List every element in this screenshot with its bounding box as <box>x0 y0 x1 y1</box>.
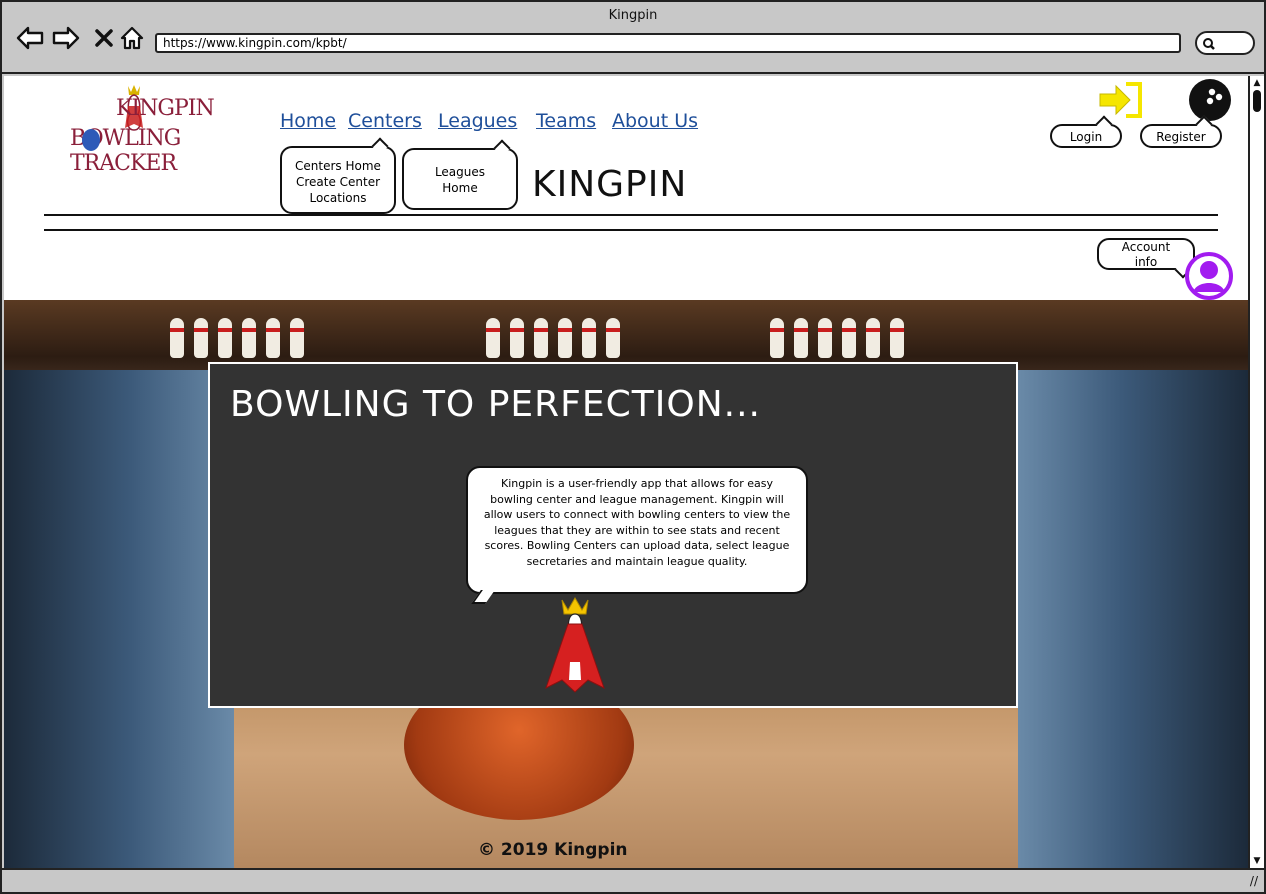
resize-grip-icon[interactable]: // <box>1250 874 1258 888</box>
menu-item-centers-home[interactable]: Centers Home <box>282 158 394 174</box>
scroll-up-icon[interactable]: ▲ <box>1252 78 1262 88</box>
bowling-ball-icon[interactable] <box>1188 78 1232 126</box>
nav-centers[interactable]: Centers <box>348 110 422 132</box>
browser-titlebar: Kingpin https://www.kingpin.com/kpbt/ <box>2 2 1264 74</box>
hero-panel: BOWLING TO PERFECTION... Kingpin is a us… <box>208 362 1018 708</box>
page-viewport: KINGPIN BOWLING TRACKER Home Centers Lea… <box>4 76 1248 868</box>
centers-dropdown: Centers Home Create Center Locations <box>280 137 396 214</box>
account-label-line1: Account <box>1121 240 1171 254</box>
home-icon[interactable] <box>118 24 146 52</box>
page-title: KINGPIN <box>532 164 688 205</box>
lane-right-image <box>1018 370 1248 868</box>
register-label: Register <box>1156 130 1206 144</box>
forward-icon[interactable] <box>52 24 80 52</box>
search-icon <box>1203 38 1215 50</box>
nav-teams[interactable]: Teams <box>536 110 596 132</box>
menu-item-locations[interactable]: Locations <box>282 190 394 206</box>
menu-item-leagues-home[interactable]: Home <box>404 180 516 196</box>
hero-description: Kingpin is a user-friendly app that allo… <box>483 477 791 568</box>
leagues-dropdown: Leagues Home <box>402 139 518 210</box>
login-button[interactable]: Login <box>1050 115 1122 148</box>
register-button[interactable]: Register <box>1140 115 1222 148</box>
lane-left-image <box>4 370 234 868</box>
vertical-scrollbar[interactable]: ▲ ▼ <box>1248 76 1264 868</box>
hero-title: BOWLING TO PERFECTION... <box>230 384 761 425</box>
logo-ball-icon <box>82 129 100 151</box>
hero-description-bubble: Kingpin is a user-friendly app that allo… <box>466 466 808 604</box>
header-divider-bottom <box>44 229 1218 231</box>
login-label: Login <box>1069 130 1103 144</box>
window-title: Kingpin <box>608 8 658 23</box>
account-info-callout: Account info <box>1097 238 1195 279</box>
site-logo[interactable]: KINGPIN BOWLING TRACKER <box>70 85 260 176</box>
menu-item-leagues[interactable]: Leagues <box>404 164 516 180</box>
close-icon[interactable] <box>90 24 118 52</box>
back-icon[interactable] <box>16 24 44 52</box>
url-input[interactable]: https://www.kingpin.com/kpbt/ <box>155 33 1181 53</box>
nav-leagues[interactable]: Leagues <box>438 110 517 132</box>
nav-about-us[interactable]: About Us <box>612 110 698 132</box>
king-pin-mascot-icon <box>540 596 610 700</box>
scroll-thumb[interactable] <box>1253 90 1261 112</box>
logo-text-top: KINGPIN <box>116 96 215 121</box>
footer-copyright: © 2019 Kingpin <box>478 840 628 860</box>
browser-statusbar: // <box>2 868 1264 892</box>
nav-home[interactable]: Home <box>280 110 336 132</box>
scroll-down-icon[interactable]: ▼ <box>1252 856 1262 866</box>
user-avatar-icon[interactable] <box>1185 252 1233 304</box>
header-divider-top <box>44 214 1218 216</box>
search-input[interactable] <box>1195 31 1255 55</box>
menu-item-create-center[interactable]: Create Center <box>282 174 394 190</box>
browser-window: Kingpin https://www.kingpin.com/kpbt/ KI… <box>0 0 1266 894</box>
site-header: KINGPIN BOWLING TRACKER Home Centers Lea… <box>4 76 1248 300</box>
